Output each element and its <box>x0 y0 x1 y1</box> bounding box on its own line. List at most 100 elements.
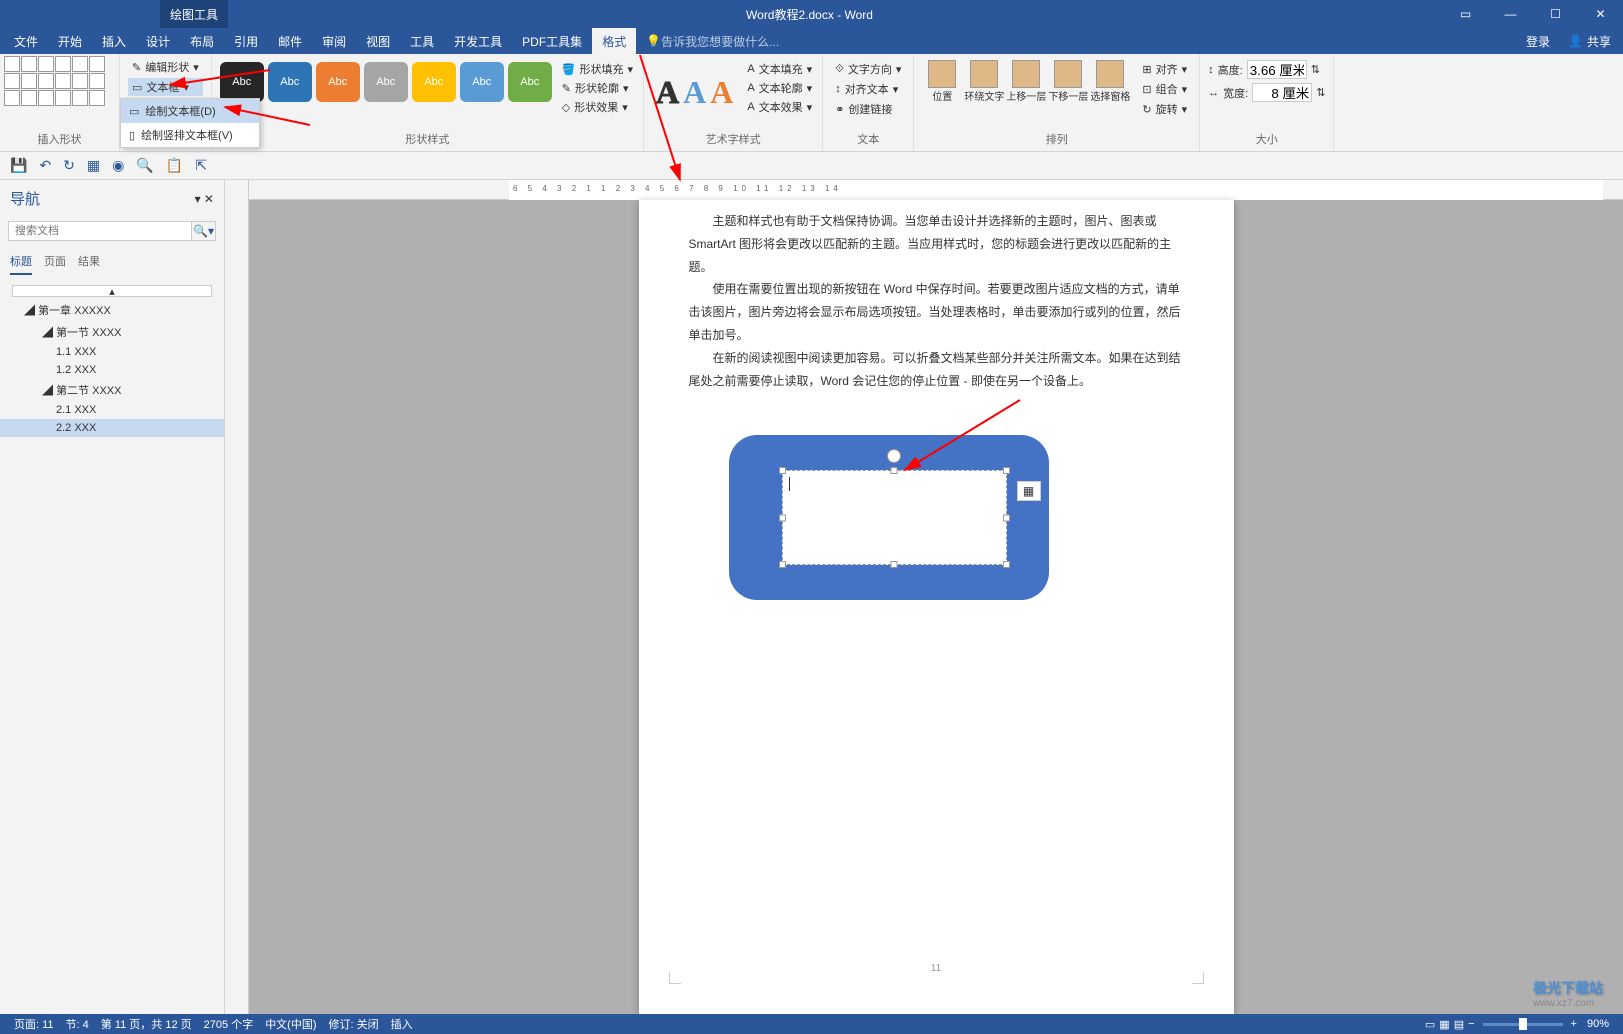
position-button[interactable]: 位置 <box>922 60 962 125</box>
tree-item-section1[interactable]: ◢ 第一节 XXXX <box>0 321 224 343</box>
horizontal-ruler[interactable]: 6 5 4 3 2 1 1 2 3 4 5 6 7 8 9 10 11 12 1… <box>249 180 1623 200</box>
view-print-layout[interactable]: ▦ <box>1439 1018 1449 1031</box>
rotate-button[interactable]: ↻旋转▾ <box>1138 100 1191 118</box>
align-button[interactable]: ⊞对齐▾ <box>1138 60 1191 78</box>
maximize-button[interactable]: ☐ <box>1533 0 1578 28</box>
qat-button-2[interactable]: ◉ <box>112 157 124 174</box>
send-backward-button[interactable]: 下移一层 <box>1048 60 1088 125</box>
wordart-gallery[interactable]: A A A <box>648 56 741 129</box>
resize-handle-tm[interactable] <box>891 467 898 474</box>
style-swatch-6[interactable]: Abc <box>460 62 504 102</box>
tree-item-chapter1[interactable]: ◢ 第一章 XXXXX <box>0 299 224 321</box>
resize-handle-tr[interactable] <box>1003 467 1010 474</box>
resize-handle-bl[interactable] <box>779 561 786 568</box>
layout-options-button[interactable]: ▦ <box>1017 481 1041 501</box>
text-outline-button[interactable]: A文本轮廓▾ <box>743 79 816 97</box>
rotate-handle[interactable] <box>887 449 901 463</box>
shape-outline-button[interactable]: ✎形状轮廓▾ <box>558 79 637 97</box>
nav-close-button[interactable]: ▾ ✕ <box>195 192 214 206</box>
tell-me-search[interactable]: 💡 告诉我您想要做什么... <box>636 33 789 50</box>
resize-handle-mr[interactable] <box>1003 514 1010 521</box>
text-fill-button[interactable]: A文本填充▾ <box>743 60 816 78</box>
menu-home[interactable]: 开始 <box>48 28 92 54</box>
wordart-style-1[interactable]: A <box>656 74 679 111</box>
create-link-button[interactable]: ⚭创建链接 <box>831 100 905 118</box>
nav-search-box[interactable]: 🔍▾ <box>8 221 216 241</box>
width-input[interactable] <box>1252 83 1312 102</box>
draw-vertical-text-box-item[interactable]: ▯ 绘制竖排文本框(V) <box>121 123 259 147</box>
close-button[interactable]: ✕ <box>1578 0 1623 28</box>
tree-item-1-2[interactable]: 1.2 XXX <box>0 361 224 379</box>
menu-insert[interactable]: 插入 <box>92 28 136 54</box>
search-button[interactable]: 🔍▾ <box>191 222 215 240</box>
group-button[interactable]: ⊡组合▾ <box>1138 80 1191 98</box>
shapes-gallery[interactable] <box>4 56 105 129</box>
menu-tools[interactable]: 工具 <box>400 28 444 54</box>
document-text[interactable]: 主题和样式也有助于文档保持协调。当您单击设计并选择新的主题时，图片、图表或 Sm… <box>689 210 1184 392</box>
login-button[interactable]: 登录 <box>1516 28 1560 54</box>
menu-file[interactable]: 文件 <box>4 28 48 54</box>
vertical-ruler[interactable] <box>225 180 249 1014</box>
view-read-mode[interactable]: ▭ <box>1425 1018 1435 1031</box>
selection-pane-button[interactable]: 选择窗格 <box>1090 60 1130 125</box>
menu-mailings[interactable]: 邮件 <box>268 28 312 54</box>
style-swatch-2[interactable]: Abc <box>268 62 312 102</box>
status-insert[interactable]: 插入 <box>385 1016 419 1032</box>
status-page[interactable]: 页面: 11 <box>8 1016 60 1032</box>
save-button[interactable]: 💾 <box>10 157 27 174</box>
resize-handle-ml[interactable] <box>779 514 786 521</box>
tree-item-1-1[interactable]: 1.1 XXX <box>0 343 224 361</box>
spinner-icon[interactable]: ⇅ <box>1316 86 1325 99</box>
redo-button[interactable]: ↻ <box>63 157 75 174</box>
menu-layout[interactable]: 布局 <box>180 28 224 54</box>
context-tab-drawing-tools[interactable]: 绘图工具 <box>160 0 228 28</box>
zoom-in[interactable]: + <box>1571 1018 1577 1030</box>
qat-button-3[interactable]: 🔍 <box>136 157 153 174</box>
shape-fill-button[interactable]: 🪣形状填充▾ <box>558 60 637 78</box>
status-words[interactable]: 2705 个字 <box>198 1016 260 1032</box>
wordart-style-2[interactable]: A <box>683 74 706 111</box>
nav-tab-headings[interactable]: 标题 <box>10 249 32 275</box>
zoom-level[interactable]: 90% <box>1581 1018 1615 1030</box>
style-swatch-4[interactable]: Abc <box>364 62 408 102</box>
style-swatch-3[interactable]: Abc <box>316 62 360 102</box>
text-direction-button[interactable]: ⟐文字方向▾ <box>831 60 905 78</box>
wrap-text-button[interactable]: 环绕文字 <box>964 60 1004 125</box>
status-track[interactable]: 修订: 关闭 <box>323 1016 385 1032</box>
wordart-style-3[interactable]: A <box>710 74 733 111</box>
resize-handle-tl[interactable] <box>779 467 786 474</box>
text-effects-button[interactable]: A文本效果▾ <box>743 98 816 116</box>
share-button[interactable]: 👤 共享 <box>1560 33 1619 50</box>
view-web-layout[interactable]: ▤ <box>1454 1018 1464 1031</box>
undo-button[interactable]: ↶ <box>39 157 51 174</box>
tree-item-2-1[interactable]: 2.1 XXX <box>0 401 224 419</box>
draw-text-box-item[interactable]: ▭ 绘制文本框(D) <box>121 99 259 123</box>
menu-review[interactable]: 审阅 <box>312 28 356 54</box>
status-section[interactable]: 节: 4 <box>60 1016 95 1032</box>
document-page[interactable]: 主题和样式也有助于文档保持协调。当您单击设计并选择新的主题时，图片、图表或 Sm… <box>639 200 1234 1014</box>
search-input[interactable] <box>9 222 191 240</box>
zoom-out[interactable]: − <box>1468 1018 1474 1030</box>
spinner-icon[interactable]: ⇅ <box>1311 63 1320 76</box>
resize-handle-br[interactable] <box>1003 561 1010 568</box>
tree-expand-handle[interactable]: ▴ <box>12 285 212 297</box>
menu-pdf-tools[interactable]: PDF工具集 <box>512 28 592 54</box>
edit-shape-button[interactable]: ✎ 编辑形状 ▾ <box>128 58 203 76</box>
qat-button-5[interactable]: ⇱ <box>195 157 207 174</box>
nav-tab-pages[interactable]: 页面 <box>44 249 66 275</box>
status-page-of[interactable]: 第 11 页，共 12 页 <box>95 1016 198 1032</box>
shape-style-gallery[interactable]: Abc Abc Abc Abc Abc Abc Abc <box>216 56 556 129</box>
style-swatch-1[interactable]: Abc <box>220 62 264 102</box>
status-language[interactable]: 中文(中国) <box>259 1016 322 1032</box>
qat-button-1[interactable]: ▦ <box>87 157 100 174</box>
align-text-button[interactable]: ↕对齐文本▾ <box>831 80 905 98</box>
zoom-slider[interactable] <box>1483 1023 1563 1026</box>
shape-effects-button[interactable]: ◇形状效果▾ <box>558 98 637 116</box>
menu-references[interactable]: 引用 <box>224 28 268 54</box>
text-box-shape[interactable]: ▦ <box>782 470 1007 565</box>
nav-tab-results[interactable]: 结果 <box>78 249 100 275</box>
menu-developer[interactable]: 开发工具 <box>444 28 512 54</box>
minimize-button[interactable]: — <box>1488 0 1533 28</box>
style-swatch-5[interactable]: Abc <box>412 62 456 102</box>
menu-view[interactable]: 视图 <box>356 28 400 54</box>
